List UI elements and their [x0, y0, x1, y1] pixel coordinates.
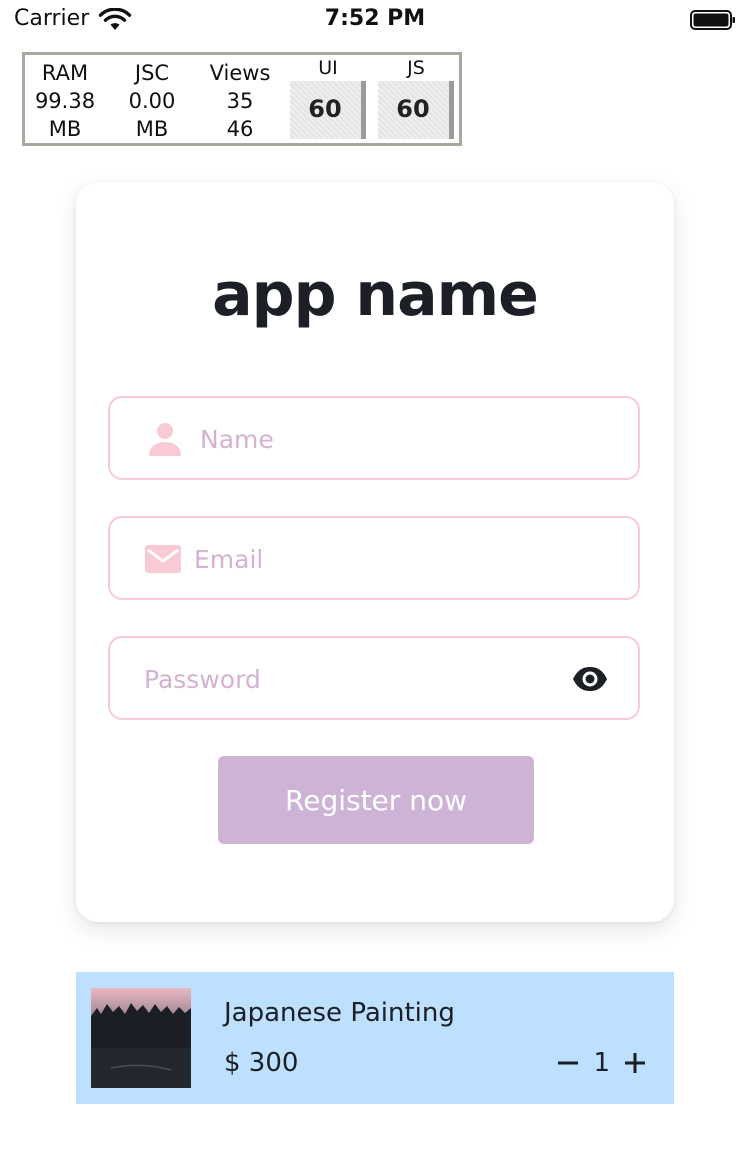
perf-views-value-1: 35: [226, 89, 254, 113]
product-thumbnail: [91, 988, 191, 1088]
perf-ui-value: 60: [308, 95, 342, 123]
perf-ram: RAM 99.38 MB: [25, 59, 105, 143]
app-title: app name: [212, 260, 539, 330]
perf-js-graph: 60: [378, 81, 454, 139]
email-input[interactable]: [192, 536, 596, 582]
perf-js-bar: [449, 81, 454, 139]
perf-jsc: JSC 0.00 MB: [112, 59, 192, 143]
perf-js-value: 60: [396, 95, 430, 123]
email-field[interactable]: [108, 516, 640, 600]
minus-icon[interactable]: [557, 1052, 579, 1074]
perf-js-label: JS: [407, 57, 425, 79]
password-field[interactable]: [108, 636, 640, 720]
perf-ui-bar: [361, 81, 366, 139]
register-button[interactable]: Register now: [218, 756, 534, 844]
battery-icon: [690, 10, 735, 30]
product-name: Japanese Painting: [224, 998, 455, 1028]
plus-icon[interactable]: [624, 1052, 646, 1074]
register-card: app name Register now: [76, 182, 674, 922]
perf-ui-graph: 60: [290, 81, 366, 139]
status-bar: Carrier 7:52 PM: [0, 0, 750, 40]
perf-jsc-label: JSC: [134, 61, 170, 85]
quantity-value: 1: [593, 1048, 610, 1078]
cart-item: Japanese Painting $ 300 1: [76, 972, 674, 1104]
clock-time: 7:52 PM: [324, 6, 426, 31]
mail-icon: [145, 545, 181, 573]
perf-ui-fps: UI 60: [290, 55, 366, 139]
user-icon: [149, 423, 181, 456]
quantity-stepper: 1: [557, 1046, 646, 1080]
perf-ram-value: 99.38: [34, 89, 96, 113]
perf-ram-unit: MB: [48, 117, 82, 141]
password-input[interactable]: [142, 656, 546, 702]
product-price: $ 300: [224, 1048, 299, 1078]
perf-ram-label: RAM: [41, 61, 89, 85]
perf-js-fps: JS 60: [378, 55, 454, 139]
perf-views-label: Views: [209, 61, 271, 85]
perf-ui-label: UI: [318, 57, 338, 79]
perf-jsc-value: 0.00: [128, 89, 176, 113]
perf-views-value-2: 46: [226, 117, 254, 141]
name-input[interactable]: [198, 416, 602, 462]
perf-views: Views 35 46: [200, 59, 280, 143]
perf-jsc-unit: MB: [135, 117, 169, 141]
eye-icon[interactable]: [572, 664, 608, 694]
perf-monitor: RAM 99.38 MB JSC 0.00 MB Views 35 46 UI …: [22, 52, 462, 146]
name-field[interactable]: [108, 396, 640, 480]
